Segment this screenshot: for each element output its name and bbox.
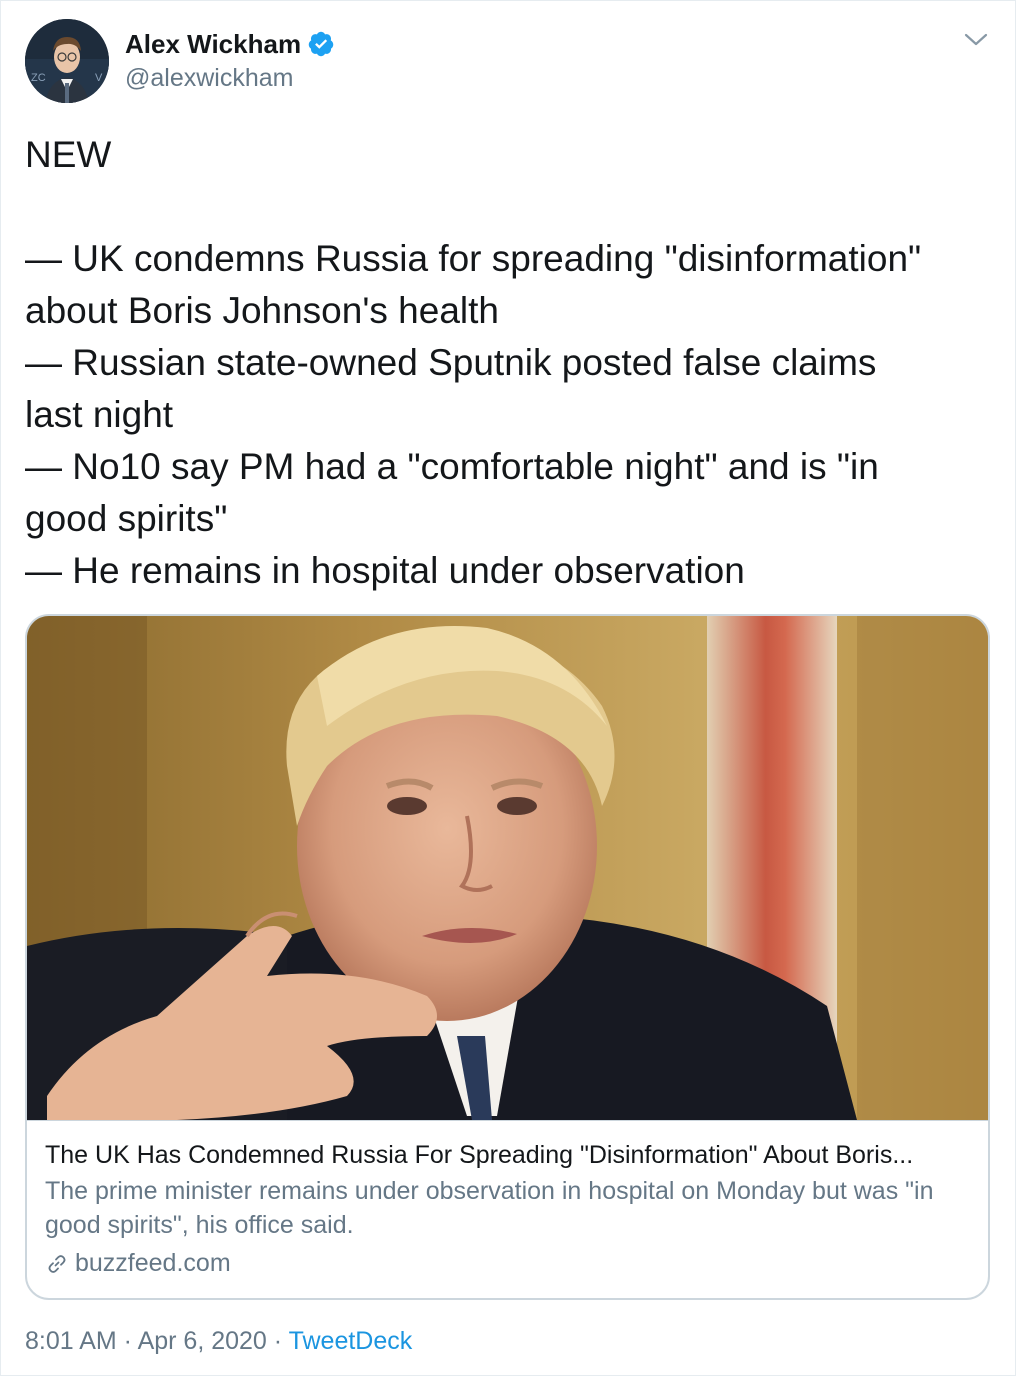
tweet-source-link[interactable]: TweetDeck bbox=[289, 1327, 413, 1355]
tweet-line: good spirits" bbox=[25, 498, 228, 539]
avatar[interactable]: ZC V bbox=[25, 19, 109, 103]
tweet-text: NEW — UK condemns Russia for spreading "… bbox=[25, 129, 995, 597]
meta-separator: · bbox=[116, 1327, 138, 1355]
handle[interactable]: @alexwickham bbox=[125, 61, 335, 95]
tweet-meta: 8:01 AM · Apr 6, 2020 · TweetDeck bbox=[25, 1323, 412, 1359]
author-info: Alex Wickham @alexwickham bbox=[125, 27, 335, 95]
tweet-time[interactable]: 8:01 AM bbox=[25, 1327, 117, 1355]
card-image[interactable] bbox=[27, 616, 988, 1121]
chevron-down-icon[interactable] bbox=[963, 31, 989, 49]
tweet-line: — He remains in hospital under observati… bbox=[25, 550, 745, 591]
card-title[interactable]: The UK Has Condemned Russia For Spreadin… bbox=[45, 1138, 970, 1172]
tweet-card[interactable]: ZC V Alex Wickham @alexwickham NEW — UK … bbox=[0, 0, 1016, 1376]
tweet-line: — No10 say PM had a "comfortable night" … bbox=[25, 446, 879, 487]
meta-separator: · bbox=[266, 1327, 289, 1355]
svg-text:ZC: ZC bbox=[31, 72, 46, 84]
card-description: The prime minister remains under observa… bbox=[45, 1177, 934, 1239]
card-body: The UK Has Condemned Russia For Spreadin… bbox=[45, 1138, 970, 1280]
tweet-line: about Boris Johnson's health bbox=[25, 290, 499, 331]
card-domain: buzzfeed.com bbox=[45, 1246, 970, 1280]
card-domain-text: buzzfeed.com bbox=[75, 1249, 231, 1277]
tweet-line: last night bbox=[25, 394, 174, 435]
link-preview-card[interactable]: The UK Has Condemned Russia For Spreadin… bbox=[25, 614, 990, 1300]
tweet-line: — Russian state-owned Sputnik posted fal… bbox=[25, 342, 877, 383]
tweet-date[interactable]: Apr 6, 2020 bbox=[138, 1327, 267, 1355]
display-name[interactable]: Alex Wickham bbox=[125, 27, 301, 61]
tweet-line: — UK condemns Russia for spreading "disi… bbox=[25, 238, 922, 279]
link-icon bbox=[45, 1251, 69, 1275]
verified-badge-icon bbox=[307, 30, 335, 58]
author-name-row: Alex Wickham bbox=[125, 27, 335, 61]
svg-text:V: V bbox=[95, 72, 103, 84]
tweet-line: NEW bbox=[25, 134, 112, 175]
